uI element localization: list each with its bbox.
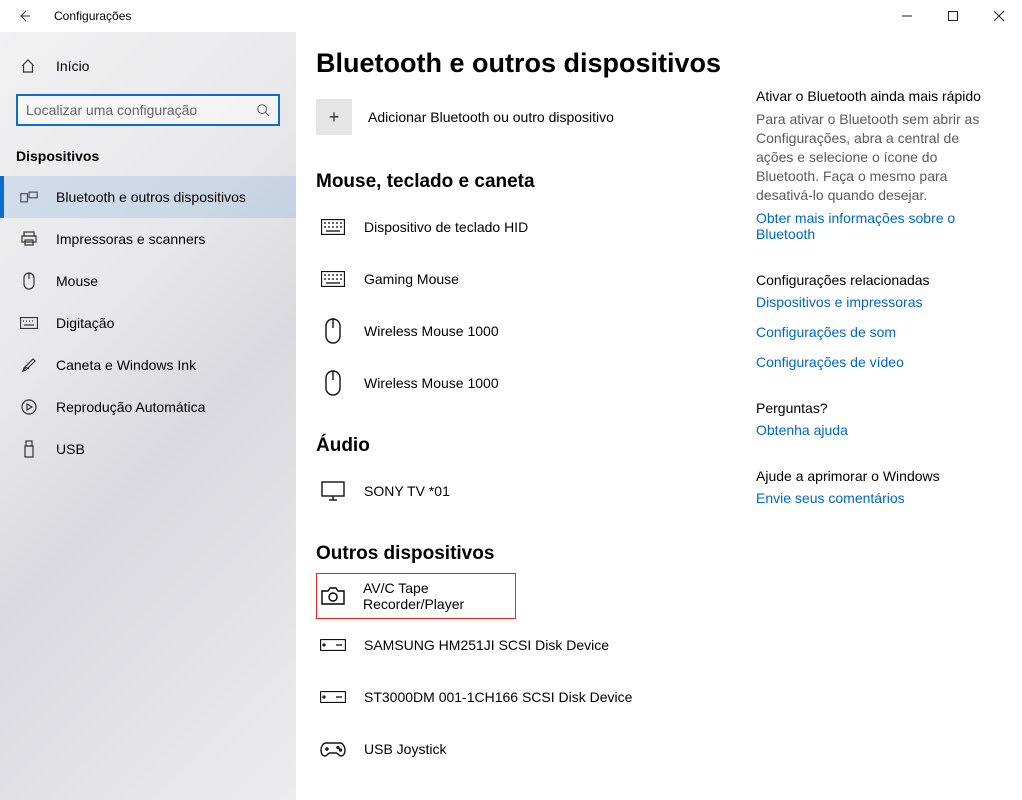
sidebar-item-bluetooth-devices[interactable]: Bluetooth e outros dispositivos bbox=[0, 176, 296, 218]
search-input[interactable]: Localizar uma configuração bbox=[16, 94, 280, 126]
sidebar-item-typing[interactable]: Digitação bbox=[0, 302, 296, 344]
add-device-button[interactable]: + bbox=[316, 99, 352, 135]
printer-icon bbox=[20, 231, 38, 247]
mouse-outline-icon bbox=[320, 370, 346, 396]
link-video-settings[interactable]: Configurações de vídeo bbox=[756, 354, 996, 370]
device-row[interactable]: Wireless Mouse 1000 bbox=[316, 357, 756, 409]
title-bar: Configurações bbox=[0, 0, 1022, 32]
device-row[interactable]: USB Joystick bbox=[316, 723, 756, 775]
link-sound-settings[interactable]: Configurações de som bbox=[756, 324, 996, 340]
group-title: Outros dispositivos bbox=[316, 543, 756, 565]
right-block-title: Configurações relacionadas bbox=[756, 272, 996, 288]
device-row[interactable]: Dispositivo de teclado HID bbox=[316, 201, 756, 253]
link-bt-more-info[interactable]: Obter mais informações sobre o Bluetooth bbox=[756, 210, 996, 242]
device-row[interactable]: Wireless Mouse 1000 bbox=[316, 305, 756, 357]
right-block-title: Perguntas? bbox=[756, 400, 996, 416]
minimize-button[interactable] bbox=[884, 0, 930, 32]
device-label: ST3000DM 001-1CH166 SCSI Disk Device bbox=[364, 689, 632, 705]
device-label: SAMSUNG HM251JI SCSI Disk Device bbox=[364, 637, 609, 653]
close-button[interactable] bbox=[976, 0, 1022, 32]
plus-icon: + bbox=[329, 107, 340, 128]
device-label: Dispositivo de teclado HID bbox=[364, 219, 528, 235]
minimize-icon bbox=[902, 11, 912, 21]
device-row[interactable]: SONY TV *01 bbox=[316, 465, 756, 517]
sidebar-item-usb[interactable]: USB bbox=[0, 428, 296, 470]
window-title: Configurações bbox=[54, 9, 131, 23]
add-device-label: Adicionar Bluetooth ou outro dispositivo bbox=[368, 109, 614, 125]
device-label: USB Joystick bbox=[364, 741, 446, 757]
bluetooth-devices-icon bbox=[20, 190, 38, 204]
sidebar-item-printers[interactable]: Impressoras e scanners bbox=[0, 218, 296, 260]
disk-icon bbox=[320, 639, 346, 651]
device-row-highlighted[interactable]: AV/C Tape Recorder/Player bbox=[316, 573, 516, 619]
monitor-icon bbox=[320, 481, 346, 501]
arrow-left-icon bbox=[16, 8, 32, 24]
device-row[interactable]: SAMSUNG HM251JI SCSI Disk Device bbox=[316, 619, 756, 671]
sidebar-home-label: Início bbox=[56, 58, 89, 74]
right-block-improve: Ajude a aprimorar o Windows Envie seus c… bbox=[756, 468, 996, 506]
back-button[interactable] bbox=[8, 0, 40, 32]
search-placeholder: Localizar uma configuração bbox=[26, 102, 256, 118]
mouse-icon bbox=[20, 272, 38, 290]
sidebar-item-label: Reprodução Automática bbox=[56, 399, 205, 415]
camera-icon bbox=[321, 587, 345, 605]
sidebar-item-label: Caneta e Windows Ink bbox=[56, 357, 196, 373]
add-device-row[interactable]: + Adicionar Bluetooth ou outro dispositi… bbox=[316, 99, 756, 135]
sidebar-item-label: Mouse bbox=[56, 273, 98, 289]
sidebar: Início Localizar uma configuração Dispos… bbox=[0, 32, 296, 800]
gamepad-icon bbox=[320, 741, 346, 757]
sidebar-item-label: Impressoras e scanners bbox=[56, 231, 205, 247]
sidebar-item-label: USB bbox=[56, 441, 85, 457]
group-other-devices: Outros dispositivos AV/C Tape Recorder/P… bbox=[316, 543, 756, 775]
link-get-help[interactable]: Obtenha ajuda bbox=[756, 422, 996, 438]
group-audio: Áudio SONY TV *01 bbox=[316, 435, 756, 517]
sidebar-item-autoplay[interactable]: Reprodução Automática bbox=[0, 386, 296, 428]
sidebar-item-pen[interactable]: Caneta e Windows Ink bbox=[0, 344, 296, 386]
sidebar-item-label: Digitação bbox=[56, 315, 114, 331]
sidebar-section-title: Dispositivos bbox=[0, 136, 296, 176]
right-block-questions: Perguntas? Obtenha ajuda bbox=[756, 400, 996, 438]
device-label: SONY TV *01 bbox=[364, 483, 450, 499]
window-controls bbox=[884, 0, 1022, 32]
right-block-bt-faster: Ativar o Bluetooth ainda mais rápido Par… bbox=[756, 88, 996, 242]
home-icon bbox=[20, 58, 38, 74]
sidebar-home[interactable]: Início bbox=[0, 46, 296, 86]
link-feedback[interactable]: Envie seus comentários bbox=[756, 490, 996, 506]
pen-icon bbox=[20, 357, 38, 373]
right-block-related: Configurações relacionadas Dispositivos … bbox=[756, 272, 996, 370]
main-content: Bluetooth e outros dispositivos + Adicio… bbox=[296, 32, 1022, 800]
page-title: Bluetooth e outros dispositivos bbox=[316, 48, 756, 79]
device-label: Wireless Mouse 1000 bbox=[364, 375, 499, 391]
keyboard-icon bbox=[20, 317, 38, 329]
maximize-button[interactable] bbox=[930, 0, 976, 32]
close-icon bbox=[994, 11, 1004, 21]
autoplay-icon bbox=[20, 399, 38, 415]
group-title: Mouse, teclado e caneta bbox=[316, 171, 756, 193]
group-mouse-keyboard-pen: Mouse, teclado e caneta Dispositivo de t… bbox=[316, 171, 756, 409]
device-label: Gaming Mouse bbox=[364, 271, 459, 287]
group-title: Áudio bbox=[316, 435, 756, 457]
device-row[interactable]: Gaming Mouse bbox=[316, 253, 756, 305]
link-devices-printers[interactable]: Dispositivos e impressoras bbox=[756, 294, 996, 310]
mouse-outline-icon bbox=[320, 318, 346, 344]
keyboard-device-icon bbox=[320, 219, 346, 235]
maximize-icon bbox=[948, 11, 958, 21]
device-label: Wireless Mouse 1000 bbox=[364, 323, 499, 339]
disk-icon bbox=[320, 691, 346, 703]
right-block-body: Para ativar o Bluetooth sem abrir as Con… bbox=[756, 110, 996, 204]
sidebar-item-label: Bluetooth e outros dispositivos bbox=[56, 189, 246, 205]
device-label: AV/C Tape Recorder/Player bbox=[363, 580, 511, 612]
usb-icon bbox=[20, 440, 38, 458]
keyboard-device-icon bbox=[320, 271, 346, 287]
right-block-title: Ajude a aprimorar o Windows bbox=[756, 468, 996, 484]
right-column: Ativar o Bluetooth ainda mais rápido Par… bbox=[756, 32, 1022, 800]
sidebar-item-mouse[interactable]: Mouse bbox=[0, 260, 296, 302]
search-icon bbox=[256, 103, 270, 117]
device-row[interactable]: ST3000DM 001-1CH166 SCSI Disk Device bbox=[316, 671, 756, 723]
right-block-title: Ativar o Bluetooth ainda mais rápido bbox=[756, 88, 996, 104]
